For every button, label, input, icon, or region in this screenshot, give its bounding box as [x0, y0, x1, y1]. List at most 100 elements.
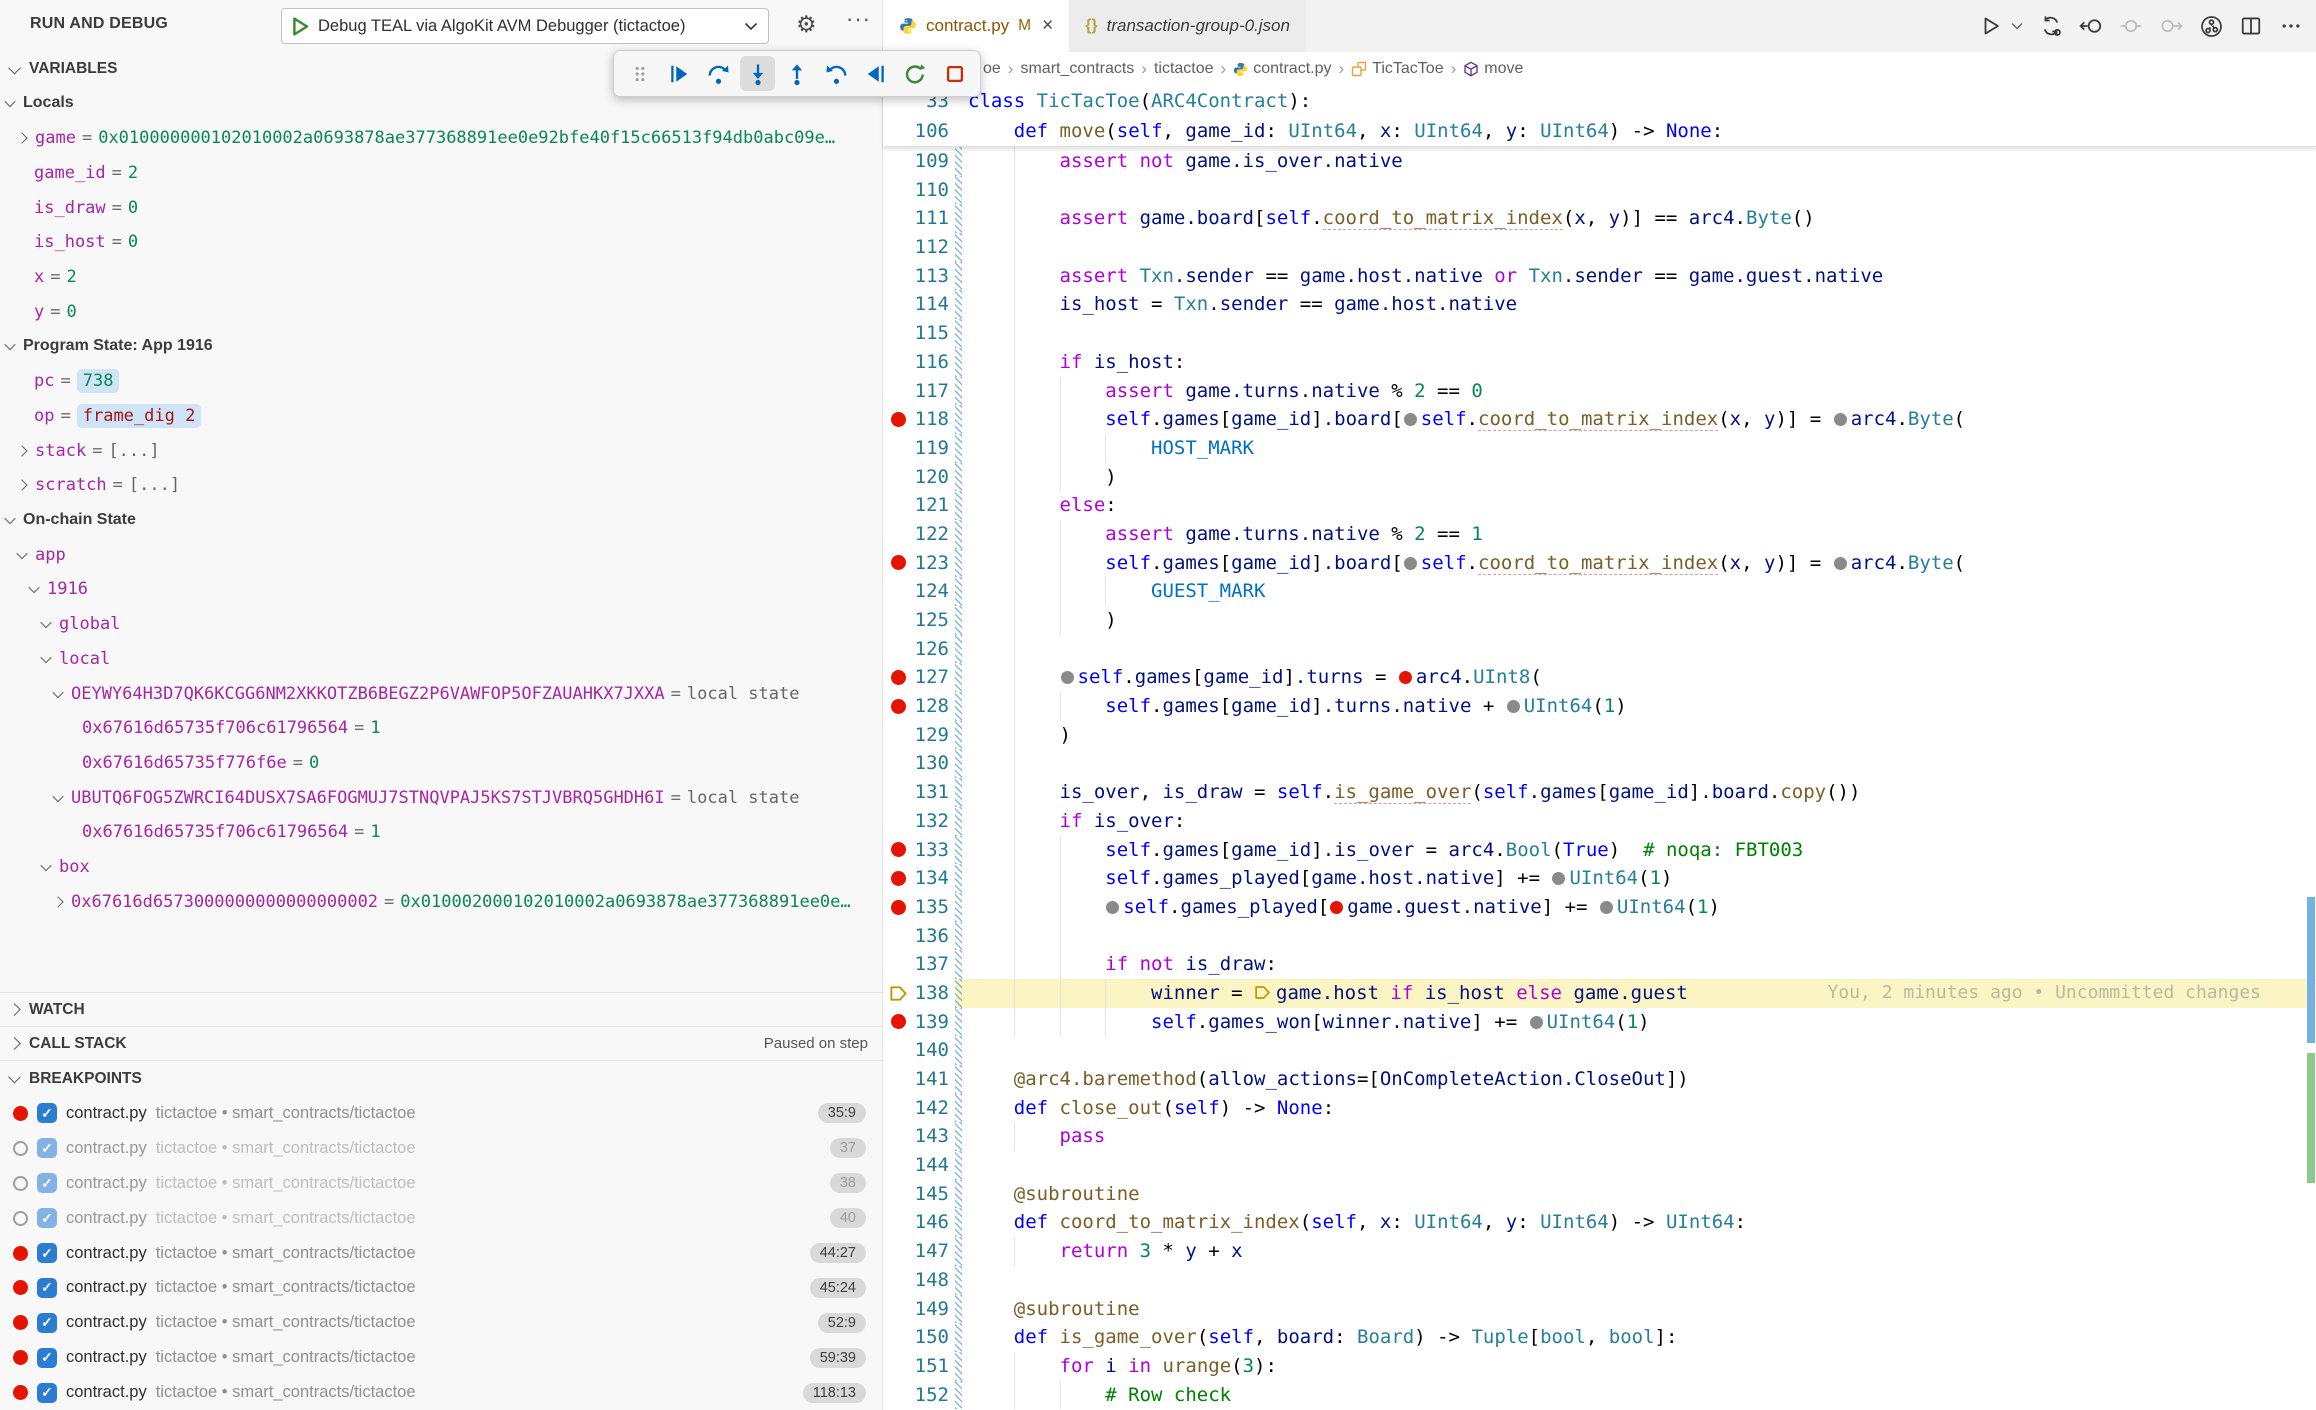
variable-row[interactable]: is_host=0	[0, 225, 882, 260]
code-text[interactable]: assert game.board[self.coord_to_matrix_i…	[962, 204, 2316, 233]
tab-contract-py[interactable]: contract.py M ×	[883, 0, 1069, 52]
breakpoint-enabled-checkbox[interactable]: ✓	[37, 1138, 57, 1158]
code-text[interactable]: self.games_played[game.host.native] += U…	[962, 864, 2316, 893]
breakpoint-gutter[interactable]	[883, 290, 913, 319]
code-line[interactable]: 120 )	[883, 463, 2316, 492]
line-number[interactable]: 142	[913, 1094, 949, 1123]
code-line[interactable]: 113 assert Txn.sender == game.host.nativ…	[883, 262, 2316, 291]
line-number[interactable]: 132	[913, 807, 949, 836]
breakpoint-row[interactable]: ✓contract.pytictactoe • smart_contracts/…	[0, 1166, 882, 1201]
inline-breakpoint-candidate-icon[interactable]	[1106, 901, 1119, 914]
breakpoint-gutter[interactable]	[883, 1036, 913, 1065]
chevron-down-icon[interactable]	[52, 791, 63, 802]
gutter-next-change-icon[interactable]	[2158, 13, 2184, 39]
step-into-button[interactable]	[740, 56, 775, 91]
breakpoint-gutter[interactable]	[883, 520, 913, 549]
code-text[interactable]: self.games[game_id].board[self.coord_to_…	[962, 405, 2316, 434]
variable-row[interactable]: pc=738	[0, 364, 882, 399]
breakpoint-row[interactable]: ✓contract.pytictactoe • smart_contracts/…	[0, 1305, 882, 1340]
code-text[interactable]: else:	[962, 491, 2316, 520]
inline-breakpoint-candidate-icon[interactable]	[1507, 700, 1520, 713]
code-text[interactable]: self.games[game_id].is_over = arc4.Bool(…	[962, 836, 2316, 865]
code-line[interactable]: 125 )	[883, 606, 2316, 635]
variable-row[interactable]: local	[0, 642, 882, 677]
line-number[interactable]: 135	[913, 893, 949, 922]
breakpoint-gutter[interactable]	[883, 377, 913, 406]
line-number[interactable]: 112	[913, 233, 949, 262]
variable-row[interactable]: box	[0, 850, 882, 885]
run-dropdown-chevron-icon[interactable]	[2010, 13, 2024, 39]
breakpoint-gutter[interactable]	[883, 692, 913, 721]
split-editor-icon[interactable]	[2238, 13, 2264, 39]
code-text[interactable]: is_over, is_draw = self.is_game_over(sel…	[962, 778, 2316, 807]
breakpoint-enabled-checkbox[interactable]: ✓	[37, 1243, 57, 1263]
code-line[interactable]: 106 def move(self, game_id: UInt64, x: U…	[883, 116, 2316, 146]
line-number[interactable]: 119	[913, 434, 949, 463]
chevron-down-icon[interactable]	[52, 687, 63, 698]
start-debug-icon[interactable]	[292, 17, 309, 36]
line-number[interactable]: 122	[913, 520, 949, 549]
code-text[interactable]	[962, 749, 2316, 778]
step-over-button[interactable]	[701, 56, 736, 91]
breakpoint-gutter[interactable]	[883, 893, 913, 922]
variable-row[interactable]: op=frame_dig 2	[0, 398, 882, 433]
code-line[interactable]: 148	[883, 1266, 2316, 1295]
code-text[interactable]	[962, 1266, 2316, 1295]
variable-row[interactable]: y=0	[0, 294, 882, 329]
line-number[interactable]: 131	[913, 778, 949, 807]
call-stack-section-header[interactable]: CALL STACK Paused on step	[0, 1026, 882, 1060]
line-number[interactable]: 148	[913, 1266, 949, 1295]
code-text[interactable]: def coord_to_matrix_index(self, x: UInt6…	[962, 1208, 2316, 1237]
line-number[interactable]: 129	[913, 721, 949, 750]
line-number[interactable]: 145	[913, 1180, 949, 1209]
watch-section-header[interactable]: WATCH	[0, 992, 882, 1026]
code-line[interactable]: 144	[883, 1151, 2316, 1180]
breakpoint-gutter[interactable]	[883, 1381, 913, 1410]
variable-row[interactable]: Program State: App 1916	[0, 329, 882, 364]
debug-configuration-dropdown[interactable]: Debug TEAL via AlgoKit AVM Debugger (tic…	[281, 8, 769, 44]
code-line[interactable]: 33class TicTacToe(ARC4Contract):	[883, 86, 2316, 116]
inline-breakpoint-candidate-icon[interactable]	[1552, 872, 1565, 885]
run-python-file-icon[interactable]	[1978, 13, 2004, 39]
continue-button[interactable]	[661, 56, 696, 91]
code-text[interactable]: )	[962, 463, 2316, 492]
breakpoint-gutter[interactable]	[883, 1237, 913, 1266]
line-number[interactable]: 124	[913, 577, 949, 606]
variable-row[interactable]: game_id=2	[0, 155, 882, 190]
reverse-continue-button[interactable]	[858, 56, 893, 91]
code-line[interactable]: 131 is_over, is_draw = self.is_game_over…	[883, 778, 2316, 807]
code-line[interactable]: 140	[883, 1036, 2316, 1065]
line-number[interactable]: 106	[913, 116, 949, 146]
code-line[interactable]: 142 def close_out(self) -> None:	[883, 1094, 2316, 1123]
code-text[interactable]: is_host = Txn.sender == game.host.native	[962, 290, 2316, 319]
breakpoint-row[interactable]: ✓contract.pytictactoe • smart_contracts/…	[0, 1236, 882, 1271]
breakpoint-gutter[interactable]	[883, 176, 913, 205]
breakpoint-gutter[interactable]	[883, 721, 913, 750]
restart-button[interactable]	[898, 56, 933, 91]
code-text[interactable]: self.games_played[game.guest.native] += …	[962, 893, 2316, 922]
code-line[interactable]: 128 self.games[game_id].turns.native + U…	[883, 692, 2316, 721]
variable-row[interactable]: 0x67616d65735f706c61796564=1	[0, 815, 882, 850]
line-number[interactable]: 116	[913, 348, 949, 377]
breadcrumb-smart-contracts[interactable]: smart_contracts	[1020, 60, 1134, 78]
line-number[interactable]: 109	[913, 147, 949, 176]
line-number[interactable]: 144	[913, 1151, 949, 1180]
more-actions-icon[interactable]	[2278, 13, 2304, 39]
code-text[interactable]	[962, 176, 2316, 205]
line-number[interactable]: 140	[913, 1036, 949, 1065]
line-number[interactable]: 110	[913, 176, 949, 205]
code-line[interactable]: 135 self.games_played[game.guest.native]…	[883, 893, 2316, 922]
breakpoint-gutter[interactable]	[883, 1122, 913, 1151]
code-text[interactable]	[962, 233, 2316, 262]
code-line[interactable]: 114 is_host = Txn.sender == game.host.na…	[883, 290, 2316, 319]
stop-button[interactable]	[937, 56, 972, 91]
variable-row[interactable]: 0x67616d6573000000000000000002=0x0100020…	[0, 885, 882, 919]
breakpoint-gutter[interactable]	[883, 606, 913, 635]
breakpoint-gutter[interactable]	[883, 635, 913, 664]
breakpoint-gutter[interactable]	[883, 1151, 913, 1180]
breakpoint-gutter[interactable]	[883, 950, 913, 979]
line-number[interactable]: 117	[913, 377, 949, 406]
line-number[interactable]: 120	[913, 463, 949, 492]
code-line[interactable]: 122 assert game.turns.native % 2 == 1	[883, 520, 2316, 549]
breakpoint-gutter[interactable]	[883, 864, 913, 893]
